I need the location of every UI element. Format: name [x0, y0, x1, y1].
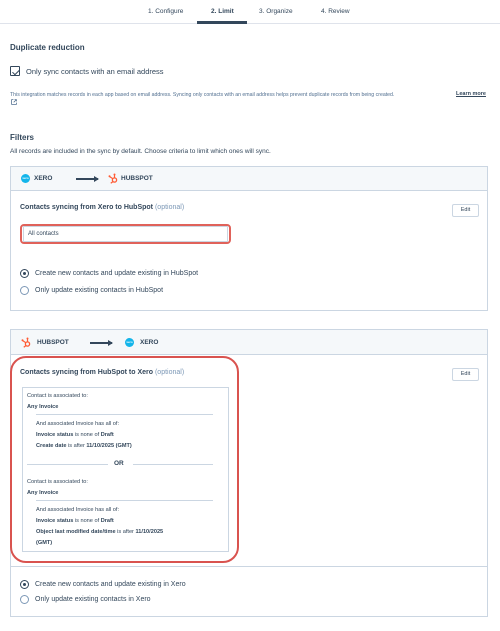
step-organize[interactable]: 3. Organize: [259, 8, 293, 15]
radio-create-update-hubspot[interactable]: [20, 269, 29, 278]
highlight-outline: [10, 356, 239, 563]
radio-create-update-xero[interactable]: [20, 580, 29, 589]
card1-optional-label: (optional): [154, 204, 185, 211]
radio-create-update-xero-label[interactable]: Create new contacts and update existing …: [35, 581, 186, 588]
email-only-checkbox[interactable]: [10, 66, 20, 76]
stepper-nav: 1. Configure 2. Limit 3. Organize 4. Rev…: [0, 0, 500, 24]
active-step-indicator: [197, 21, 247, 24]
radio-update-only-hubspot-label[interactable]: Only update existing contacts in HubSpot: [35, 287, 163, 294]
radio-update-only-hubspot[interactable]: [20, 286, 29, 295]
email-only-checkbox-label[interactable]: Only sync contacts with an email address: [26, 67, 164, 76]
step-review[interactable]: 4. Review: [321, 8, 350, 15]
hubspot-logo-icon: [108, 173, 118, 184]
learn-more-link[interactable]: Learn more: [456, 91, 486, 97]
card1-edit-button[interactable]: Edit: [452, 204, 479, 217]
source-app-name: HUBSPOT: [37, 339, 69, 346]
duplicate-help-text: This integration matches records in each…: [10, 92, 395, 98]
radio-update-only-xero-label[interactable]: Only update existing contacts in Xero: [35, 596, 151, 603]
filters-description: All records are included in the sync by …: [10, 148, 271, 155]
arrow-right-icon: [76, 176, 99, 181]
radio-create-update-hubspot-label[interactable]: Create new contacts and update existing …: [35, 270, 198, 277]
xero-logo-icon: xero: [21, 174, 30, 183]
xero-logo-icon: xero: [125, 338, 134, 347]
filters-title: Filters: [10, 133, 35, 142]
card1-title-text: Contacts syncing from Xero to HubSpot: [20, 204, 154, 211]
filter-summary-value: All contacts: [28, 231, 59, 237]
card2-edit-button[interactable]: Edit: [452, 368, 479, 381]
source-app-name: XERO: [34, 175, 53, 182]
card-header-xero-hubspot: xero XERO HUBSPOT: [11, 167, 487, 191]
card-header-hubspot-xero: HUBSPOT xero XERO: [11, 330, 487, 355]
card2-divider: [11, 566, 487, 567]
arrow-right-icon: [90, 340, 113, 345]
external-link-icon[interactable]: [11, 99, 17, 107]
hubspot-logo-icon: [21, 337, 31, 348]
step-configure[interactable]: 1. Configure: [148, 8, 183, 15]
card1-title: Contacts syncing from Xero to HubSpot (o…: [20, 204, 184, 211]
duplicate-reduction-title: Duplicate reduction: [10, 43, 85, 52]
step-limit[interactable]: 2. Limit: [211, 8, 234, 15]
radio-update-only-xero[interactable]: [20, 595, 29, 604]
target-app-name: XERO: [140, 339, 159, 346]
target-app-name: HUBSPOT: [121, 175, 153, 182]
